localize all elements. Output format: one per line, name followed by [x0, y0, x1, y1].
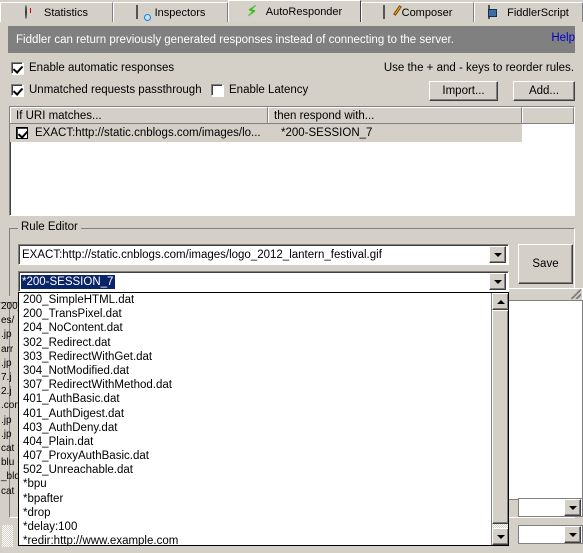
- rule-editor-title: Rule Editor: [18, 221, 81, 233]
- rule-response-combobox[interactable]: *200-SESSION_7: [18, 271, 509, 292]
- column-header-uri[interactable]: If URI matches...: [10, 107, 268, 123]
- list-item[interactable]: 404_Plain.dat: [19, 435, 492, 449]
- composer-pencil-icon: [382, 4, 397, 20]
- rule-uri-combobox[interactable]: EXACT:http://static.cnblogs.com/images/l…: [18, 244, 509, 265]
- list-item[interactable]: 303_RedirectWithGet.dat: [19, 350, 492, 364]
- rule-uri-value[interactable]: EXACT:http://static.cnblogs.com/images/l…: [19, 249, 489, 261]
- main-tab-strip: Statistics Inspectors ⚡ AutoResponder Co…: [0, 0, 583, 22]
- rule-match-cell: EXACT:http://static.cnblogs.com/images/l…: [35, 127, 261, 139]
- inspectors-icon: [135, 4, 150, 20]
- list-item: .jp: [1, 428, 12, 440]
- list-item: .jp: [1, 414, 12, 426]
- list-item[interactable]: 407_ProxyAuthBasic.dat: [19, 449, 492, 463]
- list-item[interactable]: *redir:http://www.example.com: [19, 534, 492, 545]
- list-item: 7.j: [1, 372, 12, 384]
- script-icon: [488, 4, 502, 20]
- list-item[interactable]: 502_Unreachable.dat: [19, 463, 492, 477]
- tab-composer-label: Composer: [401, 6, 453, 19]
- reorder-hint: Use the + and - keys to reorder rules.: [383, 62, 574, 74]
- background-scrollbar[interactable]: [2, 525, 13, 547]
- tab-fiddlerscript-label: FiddlerScript: [507, 6, 569, 19]
- chevron-down-icon[interactable]: [489, 273, 506, 290]
- list-item[interactable]: 200_TransPixel.dat: [19, 307, 492, 321]
- rule-enabled-checkbox[interactable]: [16, 127, 28, 139]
- chevron-down-icon[interactable]: [564, 499, 581, 516]
- info-banner-text: Fiddler can return previously generated …: [16, 33, 454, 46]
- column-header-respond[interactable]: then respond with...: [268, 107, 522, 123]
- list-item[interactable]: 200_SimpleHTML.dat: [19, 293, 492, 307]
- clock-icon: [24, 4, 39, 20]
- scrollbar-track[interactable]: [492, 310, 508, 528]
- rules-list[interactable]: If URI matches... then respond with... E…: [9, 106, 575, 216]
- list-item[interactable]: 307_RedirectWithMethod.dat: [19, 378, 492, 392]
- checkbox-box[interactable]: [11, 84, 23, 96]
- list-item: 2.j: [1, 386, 12, 398]
- rules-list-header: If URI matches... then respond with...: [10, 107, 574, 124]
- lightning-bolt-icon: ⚡: [246, 1, 258, 20]
- background-panel: [508, 300, 583, 500]
- help-link[interactable]: Help: [551, 32, 575, 44]
- list-item: 200_: [1, 301, 20, 312]
- import-button[interactable]: Import...: [429, 81, 498, 101]
- list-item[interactable]: 401_AuthDigest.dat: [19, 407, 492, 421]
- chevron-down-icon[interactable]: [564, 526, 581, 543]
- list-item[interactable]: *bpu: [19, 477, 492, 491]
- list-item[interactable]: 204_NoContent.dat: [19, 321, 492, 335]
- background-combobox-2[interactable]: [518, 525, 583, 544]
- list-item[interactable]: 401_AuthBasic.dat: [19, 392, 492, 406]
- list-item: blu: [1, 457, 15, 469]
- list-item[interactable]: *drop: [19, 506, 492, 520]
- list-item: .jp: [1, 329, 12, 341]
- save-button[interactable]: Save: [518, 244, 573, 284]
- list-item[interactable]: *bpafter: [19, 492, 492, 506]
- enable-automatic-responses-checkbox[interactable]: Enable automatic responses: [11, 62, 174, 74]
- resize-grip-icon[interactable]: [571, 289, 581, 299]
- list-item[interactable]: 304_NotModified.dat: [19, 364, 492, 378]
- list-item[interactable]: 403_AuthDeny.dat: [19, 421, 492, 435]
- list-item: .jp: [1, 357, 12, 369]
- list-item: _bld: [1, 471, 20, 483]
- info-banner: Fiddler can return previously generated …: [8, 26, 575, 53]
- list-item: arr: [1, 343, 14, 355]
- tab-inspectors-label: Inspectors: [154, 6, 206, 19]
- unmatched-passthrough-checkbox[interactable]: Unmatched requests passthrough: [11, 84, 202, 96]
- list-item: cat: [1, 485, 15, 497]
- tab-autoresponder-label: AutoResponder: [265, 5, 343, 18]
- table-row[interactable]: EXACT:http://static.cnblogs.com/images/l…: [10, 124, 522, 142]
- list-item: es/: [1, 315, 15, 327]
- tab-autoresponder[interactable]: ⚡ AutoResponder: [228, 0, 361, 22]
- unmatched-passthrough-label: Unmatched requests passthrough: [29, 84, 202, 96]
- enable-automatic-responses-label: Enable automatic responses: [29, 62, 175, 74]
- list-item: cat: [1, 443, 15, 455]
- rule-respond-cell: *200-SESSION_7: [281, 127, 373, 139]
- tab-statistics-label: Statistics: [43, 6, 88, 19]
- add-button[interactable]: Add...: [513, 81, 575, 101]
- tab-statistics[interactable]: Statistics: [0, 2, 113, 22]
- list-item: .con: [1, 400, 20, 412]
- scrollbar-thumb[interactable]: [492, 310, 508, 524]
- list-item[interactable]: *delay:100: [19, 520, 492, 534]
- background-combobox-1[interactable]: [518, 498, 583, 517]
- enable-latency-checkbox[interactable]: Enable Latency: [211, 84, 308, 96]
- column-header-extra[interactable]: [522, 107, 574, 123]
- tab-composer[interactable]: Composer: [361, 2, 474, 22]
- response-dropdown-list[interactable]: 200_SimpleHTML.dat 200_TransPixel.dat 20…: [18, 292, 509, 546]
- rule-response-value[interactable]: *200-SESSION_7: [21, 274, 116, 289]
- tab-inspectors[interactable]: Inspectors: [113, 2, 228, 22]
- tab-fiddlerscript[interactable]: FiddlerScript: [474, 2, 583, 22]
- checkbox-box[interactable]: [211, 84, 223, 96]
- dropdown-scrollbar[interactable]: [491, 293, 508, 545]
- checkbox-box[interactable]: [11, 62, 23, 74]
- list-item[interactable]: 302_Redirect.dat: [19, 336, 492, 350]
- chevron-down-icon[interactable]: [489, 246, 506, 263]
- scroll-up-icon[interactable]: [492, 293, 508, 310]
- scroll-down-icon[interactable]: [492, 528, 508, 545]
- background-session-list: 200_ es/ .jp arr .jp 7.j 2.j .con .jp .j…: [0, 300, 20, 545]
- enable-latency-label: Enable Latency: [229, 84, 309, 96]
- dropdown-items: 200_SimpleHTML.dat 200_TransPixel.dat 20…: [19, 293, 492, 545]
